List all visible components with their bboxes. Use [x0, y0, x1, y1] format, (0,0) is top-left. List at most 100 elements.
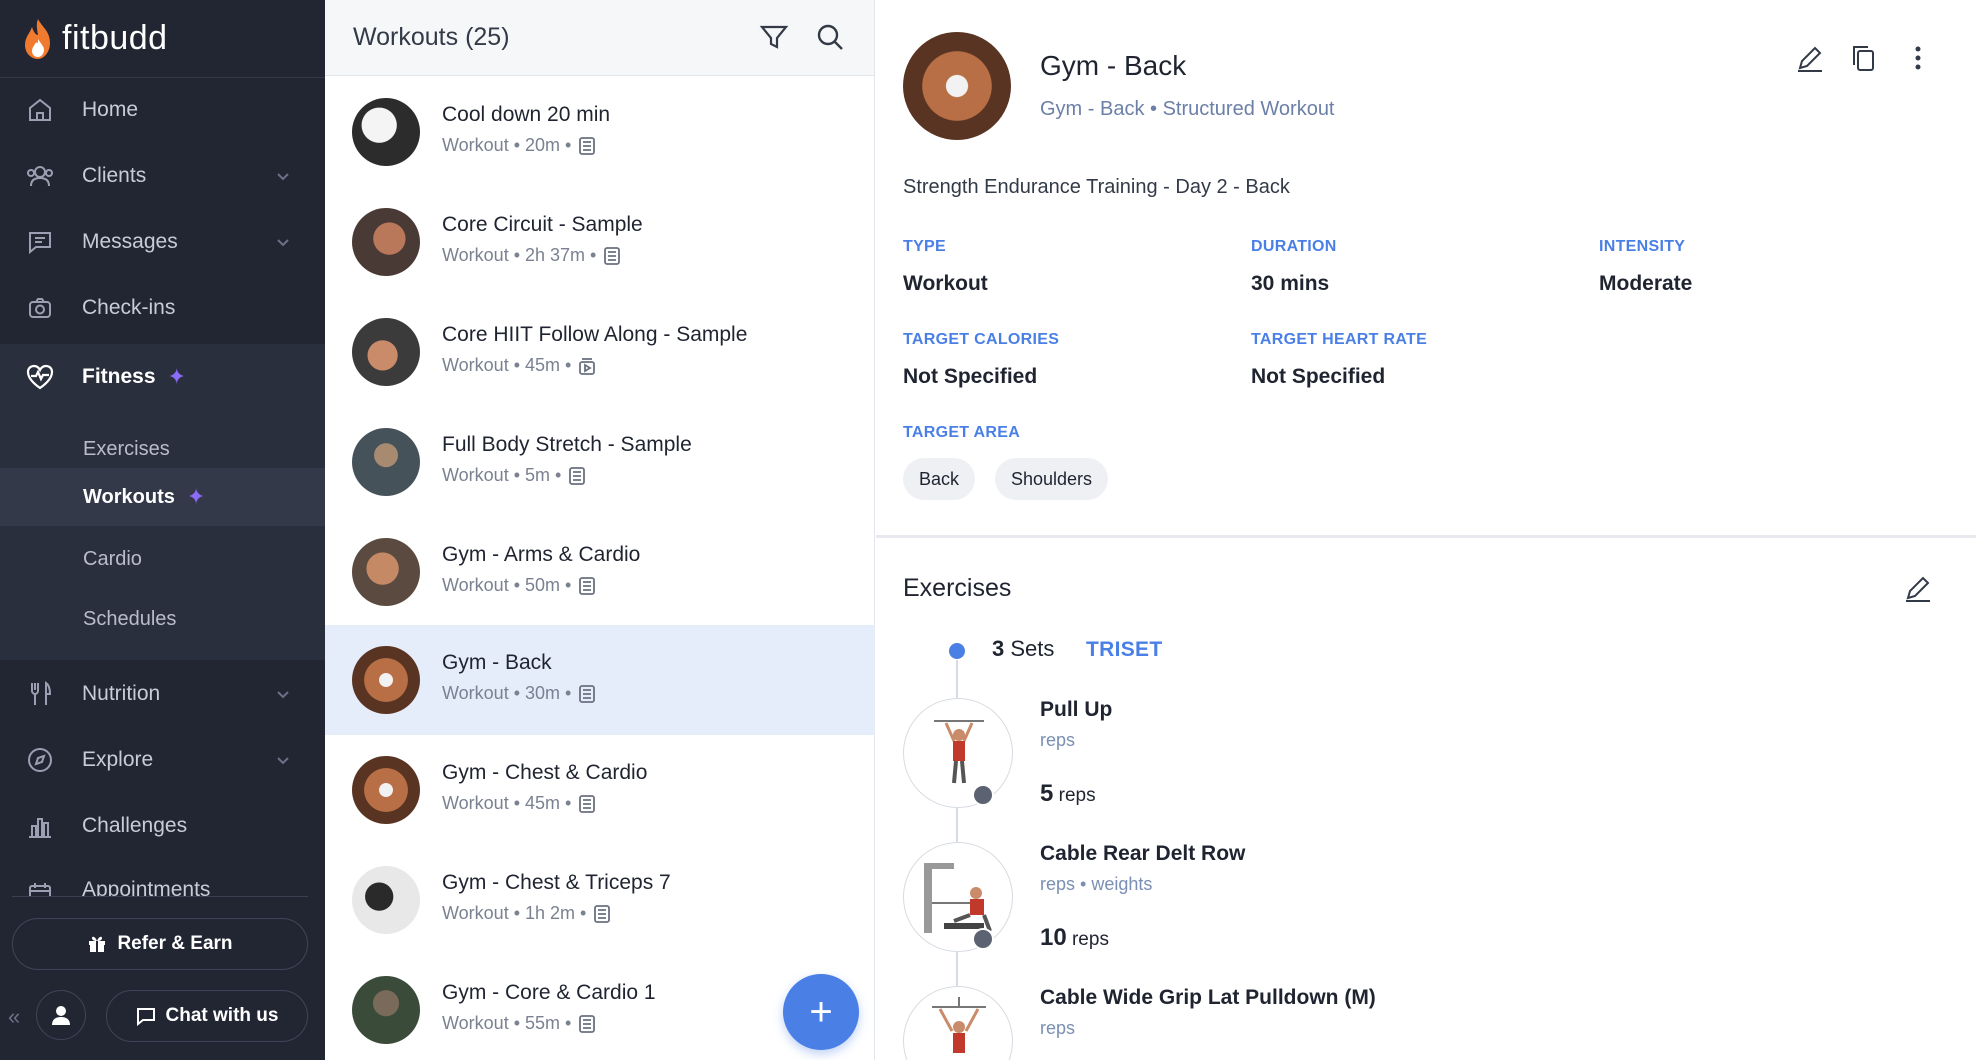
workout-meta: Workout • 45m • — [442, 793, 597, 814]
set-count-value: 3 — [992, 636, 1005, 661]
workout-row[interactable]: Cool down 20 min Workout • 20m • — [325, 77, 875, 187]
brand-name: fitbudd — [62, 19, 168, 57]
subnav-item-cardio[interactable]: Cardio — [0, 530, 325, 588]
chevron-down-icon — [277, 691, 289, 699]
exercise-type-badge — [972, 928, 994, 950]
add-workout-button[interactable]: + — [783, 974, 859, 1050]
gift-icon — [89, 936, 106, 952]
exercise-name[interactable]: Cable Rear Delt Row — [1040, 842, 1245, 866]
sidebar-item-home[interactable]: Home — [0, 80, 325, 140]
workout-meta-text: Workout • 1h 2m • — [442, 903, 587, 923]
workout-meta: Workout • 45m • — [442, 355, 597, 376]
workout-meta-text: Workout • 50m • — [442, 575, 572, 595]
cable-row-figure — [924, 863, 992, 933]
list-icon — [569, 466, 586, 485]
exercise-thumbnail[interactable] — [903, 986, 1013, 1060]
edit-icon[interactable] — [1792, 40, 1828, 76]
more-options-icon[interactable] — [1900, 40, 1936, 76]
chevron-down-icon — [277, 239, 289, 247]
workout-row-selected[interactable]: Gym - Back Workout • 30m • — [325, 625, 875, 735]
edit-exercises-icon[interactable] — [1900, 570, 1936, 606]
list-icon — [579, 136, 596, 155]
home-icon — [24, 94, 56, 126]
workout-row[interactable]: Core Circuit - Sample Workout • 2h 37m • — [325, 187, 875, 297]
exercise-reps-value: 10 — [1040, 924, 1067, 951]
sidebar-item-fitness[interactable]: Fitness ✦ — [0, 344, 325, 410]
refer-and-earn-button[interactable]: Refer & Earn — [12, 918, 308, 970]
search-icon[interactable] — [813, 20, 847, 54]
workout-title: Gym - Back — [1040, 50, 1187, 81]
duplicate-icon[interactable] — [1846, 40, 1882, 76]
workout-row[interactable]: Gym - Chest & Cardio Workout • 45m • — [325, 735, 875, 845]
sidebar-item-label: Challenges — [82, 814, 188, 837]
target-area-chip: Back — [903, 458, 976, 500]
duration-label: DURATION — [1251, 238, 1337, 255]
workout-meta-text: Workout • 5m • — [442, 465, 562, 485]
type-value: Workout — [903, 272, 988, 295]
user-avatar[interactable] — [36, 990, 86, 1040]
list-icon — [579, 576, 596, 595]
intensity-value: Moderate — [1599, 272, 1693, 295]
sidebar-item-label: Fitness — [82, 365, 156, 388]
workout-row[interactable]: Core HIIT Follow Along - Sample Workout … — [325, 297, 875, 407]
workout-name: Gym - Chest & Cardio — [442, 761, 648, 784]
sidebar-item-clients[interactable]: Clients — [0, 146, 325, 206]
sidebar-item-nutrition[interactable]: Nutrition — [0, 664, 325, 724]
sparkle-icon: ✦ — [186, 484, 206, 509]
list-icon — [594, 904, 611, 923]
workout-meta-text: Workout • 55m • — [442, 1013, 572, 1033]
sidebar-item-explore[interactable]: Explore — [0, 730, 325, 790]
workout-detail-panel: Gym - Back Gym - Back • Structured Worko… — [876, 0, 1976, 1060]
set-count: 3 Sets — [992, 636, 1054, 662]
sidebar-item-label: Clients — [82, 164, 147, 187]
workout-row[interactable]: Gym - Chest & Triceps 7 Workout • 1h 2m … — [325, 845, 875, 955]
sidebar-item-label: Nutrition — [82, 682, 161, 705]
workout-subtitle: Gym - Back • Structured Workout — [1040, 98, 1335, 120]
lat-pulldown-figure — [932, 997, 986, 1053]
sidebar-item-label: Explore — [82, 748, 154, 771]
exercises-title: Exercises — [903, 574, 1012, 602]
subnav-label: Exercises — [83, 437, 170, 460]
sidebar-item-challenges[interactable]: Challenges — [0, 796, 325, 856]
chat-icon — [136, 1008, 155, 1026]
exercise-type-badge — [972, 784, 994, 806]
intensity-label: INTENSITY — [1599, 238, 1686, 255]
plus-icon: + — [809, 989, 833, 1034]
workout-row[interactable]: Full Body Stretch - Sample Workout • 5m … — [325, 407, 875, 517]
subnav-label: Schedules — [83, 607, 177, 630]
message-icon — [24, 226, 56, 258]
workout-meta: Workout • 55m • — [442, 1013, 597, 1034]
exercise-name[interactable]: Cable Wide Grip Lat Pulldown (M) — [1040, 986, 1376, 1010]
sidebar-divider — [12, 896, 308, 897]
pull-up-figure — [934, 720, 984, 784]
exercise-name[interactable]: Pull Up — [1040, 698, 1112, 722]
exercise-reps-value: 5 — [1040, 780, 1054, 807]
exercise-thumbnail[interactable] — [903, 698, 1013, 808]
filter-icon[interactable] — [757, 20, 791, 54]
workout-meta: Workout • 1h 2m • — [442, 903, 612, 924]
set-count-label: Sets — [1010, 636, 1055, 661]
utensils-icon — [24, 678, 56, 710]
subnav-label: Workouts — [83, 485, 175, 508]
exercise-thumbnail[interactable] — [903, 842, 1013, 952]
collapse-sidebar-icon[interactable]: « — [8, 1004, 20, 1030]
sidebar-item-messages[interactable]: Messages — [0, 212, 325, 272]
chat-with-us-button[interactable]: Chat with us — [106, 990, 308, 1042]
workout-meta-text: Workout • 30m • — [442, 683, 572, 703]
target-heart-rate-label: TARGET HEART RATE — [1251, 331, 1428, 348]
subnav-item-workouts[interactable]: Workouts ✦ — [0, 468, 325, 526]
flame-logo-icon — [25, 18, 50, 59]
subnav-item-schedules[interactable]: Schedules — [0, 590, 325, 648]
workout-meta: Workout • 30m • — [442, 683, 597, 704]
sidebar-item-check-ins[interactable]: Check-ins — [0, 278, 325, 338]
logo[interactable]: fitbudd — [0, 0, 325, 78]
workout-meta: Workout • 50m • — [442, 575, 597, 596]
sidebar-item-appointments[interactable]: Appointments — [0, 862, 325, 896]
workout-row[interactable]: Gym - Arms & Cardio Workout • 50m • — [325, 517, 875, 627]
target-calories-label: TARGET CALORIES — [903, 331, 1060, 348]
user-icon — [52, 1006, 70, 1025]
sidebar-item-label: Home — [82, 98, 139, 121]
sparkle-icon: ✦ — [167, 364, 186, 389]
target-heart-rate-value: Not Specified — [1251, 365, 1386, 388]
exercise-reps-unit: reps — [1058, 785, 1096, 806]
